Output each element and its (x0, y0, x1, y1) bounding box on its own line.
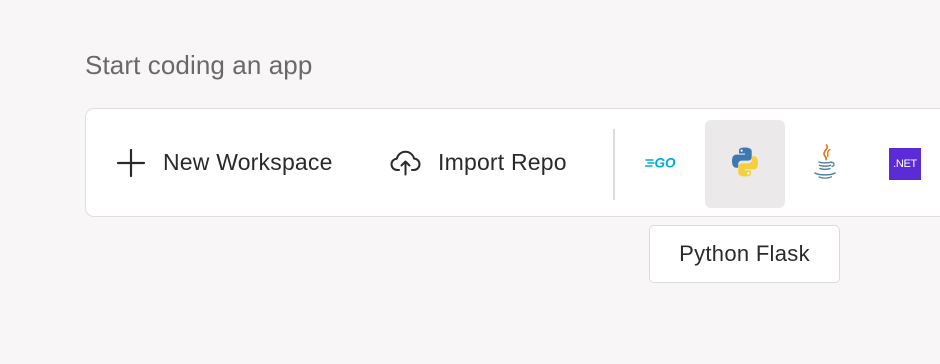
template-go-button[interactable]: GO (625, 120, 705, 208)
new-workspace-label: New Workspace (163, 149, 333, 175)
template-tooltip: Python Flask (649, 225, 840, 283)
template-java-button[interactable] (785, 120, 865, 208)
section-title: Start coding an app (85, 50, 313, 80)
go-logo-text: GO (655, 155, 677, 170)
template-dotnet-button[interactable]: .NET (865, 120, 940, 208)
python-logo-icon (729, 146, 761, 183)
cloud-upload-icon (390, 150, 421, 176)
dotnet-logo-icon: .NET (889, 148, 921, 180)
toolbar-divider (613, 129, 615, 200)
plus-icon (116, 148, 146, 178)
go-logo-icon: GO (644, 153, 685, 176)
java-logo-icon (812, 143, 838, 185)
template-python-button[interactable] (705, 120, 785, 208)
new-workspace-button[interactable]: New Workspace (116, 109, 333, 216)
import-repo-button[interactable]: Import Repo (390, 109, 567, 216)
start-coding-toolbar: New Workspace Import Repo GO .NET (85, 108, 940, 217)
import-repo-label: Import Repo (438, 149, 567, 175)
